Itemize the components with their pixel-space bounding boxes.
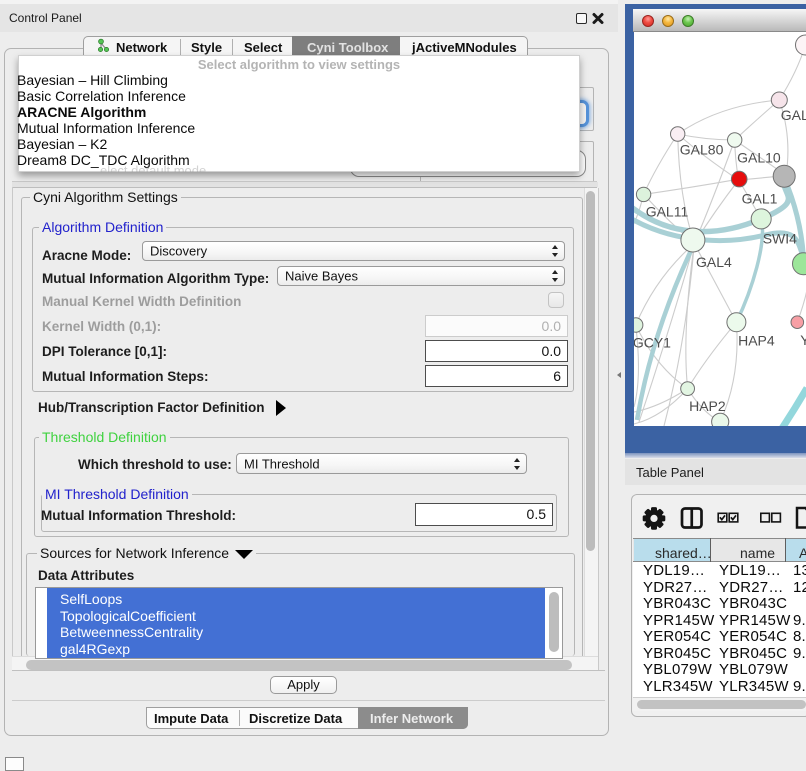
svg-text:HAP2: HAP2 xyxy=(689,398,726,414)
svg-text:GAL: GAL xyxy=(780,107,806,123)
svg-text:Y: Y xyxy=(800,332,806,348)
svg-text:HAP4: HAP4 xyxy=(738,333,775,349)
svg-text:GCY1: GCY1 xyxy=(634,335,671,351)
svg-text:GAL4: GAL4 xyxy=(696,254,732,270)
svg-text:GAL1: GAL1 xyxy=(741,190,777,206)
svg-text:GAL11: GAL11 xyxy=(645,204,688,220)
svg-text:SWI4: SWI4 xyxy=(762,231,796,247)
svg-text:GAL80: GAL80 xyxy=(679,142,723,158)
svg-text:GAL10: GAL10 xyxy=(737,150,781,166)
